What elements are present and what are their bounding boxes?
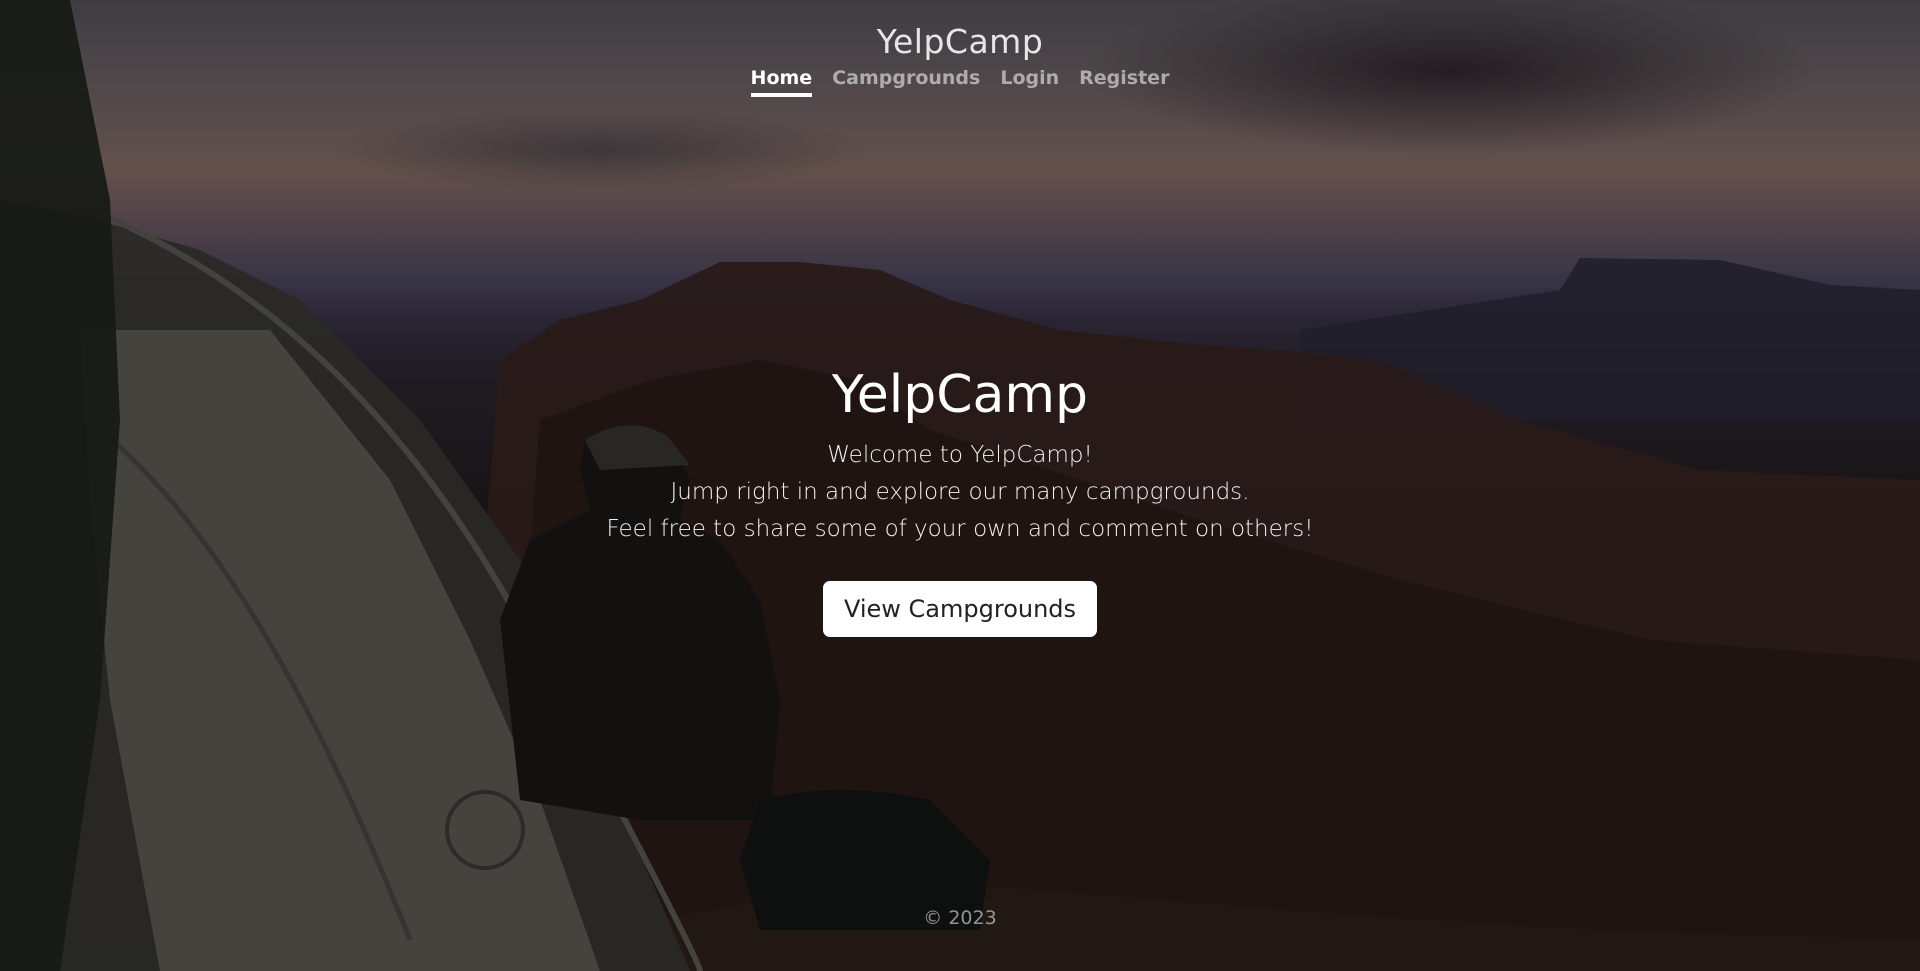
hero-line-welcome: Welcome to YelpCamp!: [827, 442, 1093, 468]
footer-copyright: © 2023: [923, 907, 997, 929]
view-campgrounds-button[interactable]: View Campgrounds: [822, 581, 1098, 637]
landing-page: YelpCamp Home Campgrounds Login Register…: [0, 0, 1920, 971]
hero-section: YelpCamp Welcome to YelpCamp! Jump right…: [0, 365, 1920, 637]
nav-campgrounds-link[interactable]: Campgrounds: [832, 67, 980, 97]
hero-lead: Welcome to YelpCamp! Jump right in and e…: [0, 437, 1920, 548]
hero-line-explore: Jump right in and explore our many campg…: [670, 479, 1250, 505]
nav-login-link[interactable]: Login: [1000, 67, 1059, 97]
brand-title: YelpCamp: [876, 22, 1044, 61]
main-nav: Home Campgrounds Login Register: [750, 67, 1169, 97]
nav-register-link[interactable]: Register: [1079, 67, 1169, 97]
hero-line-share: Feel free to share some of your own and …: [606, 516, 1314, 542]
hero-title: YelpCamp: [831, 365, 1089, 425]
nav-home-link[interactable]: Home: [750, 67, 813, 97]
